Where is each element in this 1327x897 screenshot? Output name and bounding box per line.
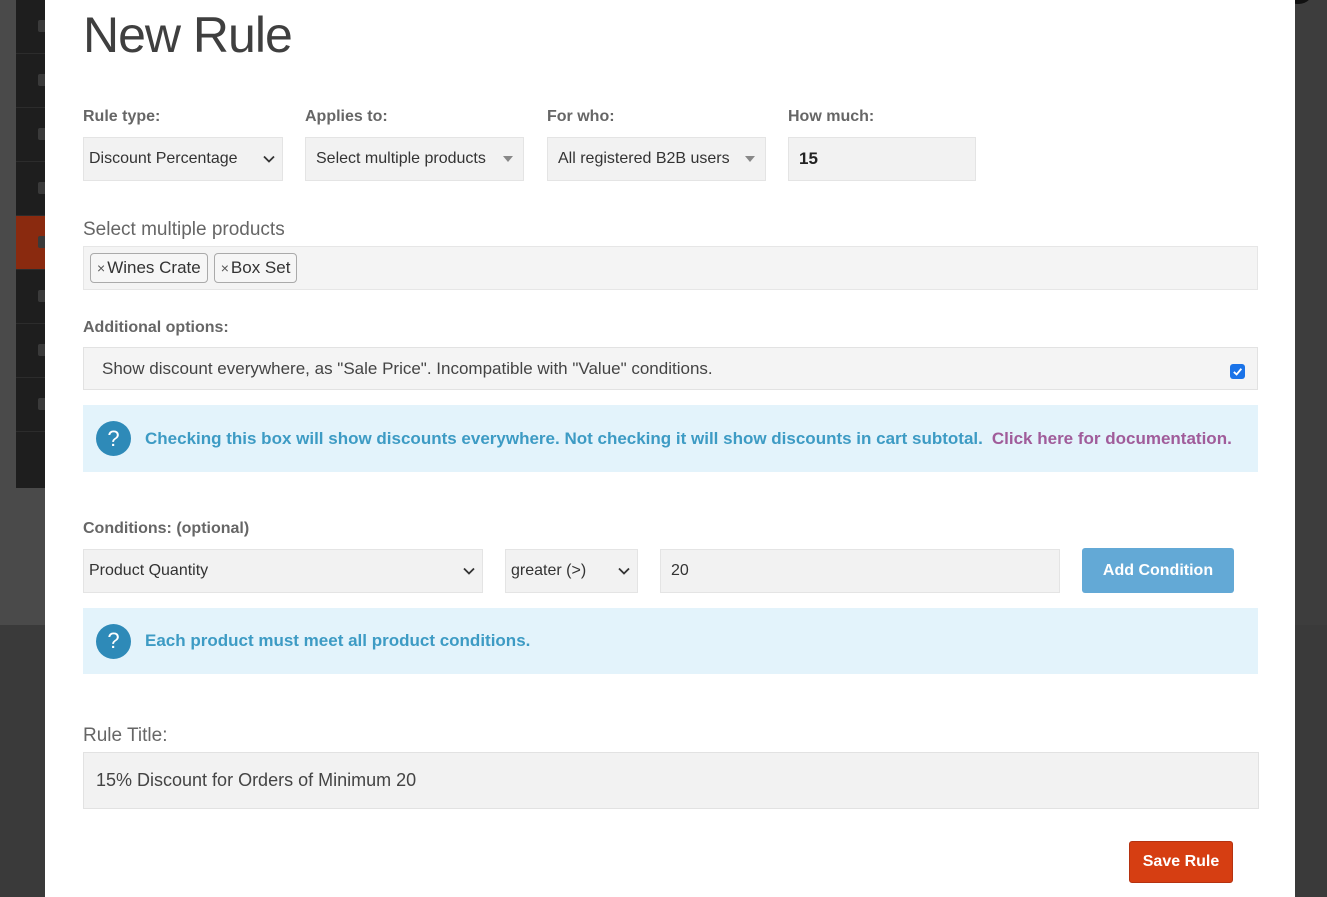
chevron-down-icon (262, 152, 276, 166)
product-tag-label: Box Set (230, 258, 291, 277)
discount-info-box: ? Checking this box will show discounts … (83, 405, 1258, 472)
rule-title-input[interactable]: 15% Discount for Orders of Minimum 20 (83, 752, 1259, 809)
chevron-down-icon (462, 564, 476, 578)
rule-type-label: Rule type: (83, 108, 161, 125)
for-who-value: All registered B2B users (558, 150, 730, 167)
conditions-label: Conditions: (optional) (83, 520, 250, 537)
additional-options-label: Additional options: (83, 319, 229, 336)
applies-to-value: Select multiple products (316, 150, 486, 167)
rule-type-select[interactable]: Discount Percentage (83, 137, 283, 181)
condition-type-value: Product Quantity (89, 562, 209, 579)
discount-info-text: Checking this box will show discounts ev… (145, 428, 983, 448)
remove-tag-icon[interactable]: × (97, 260, 105, 276)
rule-type-value: Discount Percentage (89, 150, 238, 167)
applies-to-select[interactable]: Select multiple products (305, 137, 524, 181)
condition-type-select[interactable]: Product Quantity (83, 549, 483, 593)
how-much-label: How much: (788, 108, 875, 125)
sale-price-option-text: Show discount everywhere, as "Sale Price… (102, 358, 713, 378)
new-rule-modal: New Rule Rule type: Discount Percentage … (45, 0, 1295, 897)
save-rule-button[interactable]: Save Rule (1129, 841, 1233, 883)
documentation-link[interactable]: Click here for documentation. (992, 429, 1232, 449)
for-who-select[interactable]: All registered B2B users (547, 137, 766, 181)
question-icon: ? (96, 623, 131, 659)
conditions-info-box: ? Each product must meet all product con… (83, 608, 1258, 674)
add-condition-button[interactable]: Add Condition (1082, 548, 1234, 593)
question-icon: ? (96, 421, 131, 456)
product-tag: × Box Set (213, 253, 298, 283)
for-who-label: For who: (547, 108, 615, 125)
modal-title: New Rule (83, 7, 293, 63)
how-much-input[interactable]: 15 (788, 137, 976, 181)
product-tag-label: Wines Crate (107, 258, 201, 277)
condition-operator-value: greater (>) (511, 562, 587, 579)
sale-price-option: Show discount everywhere, as "Sale Price… (83, 347, 1258, 390)
chevron-down-icon (617, 564, 631, 578)
conditions-info-text: Each product must meet all product condi… (145, 631, 531, 650)
product-tag: × Wines Crate (90, 253, 208, 283)
condition-amount-input[interactable]: 20 (660, 549, 1060, 593)
rule-title-label: Rule Title: (83, 725, 168, 746)
condition-operator-select[interactable]: greater (>) (505, 549, 638, 593)
applies-to-label: Applies to: (305, 108, 388, 125)
products-multiselect[interactable]: × Wines Crate × Box Set (83, 246, 1258, 290)
caret-down-icon (745, 156, 755, 162)
remove-tag-icon[interactable]: × (221, 260, 229, 276)
caret-down-icon (503, 156, 513, 162)
sale-price-checkbox[interactable] (1230, 364, 1245, 379)
products-label: Select multiple products (83, 219, 285, 240)
